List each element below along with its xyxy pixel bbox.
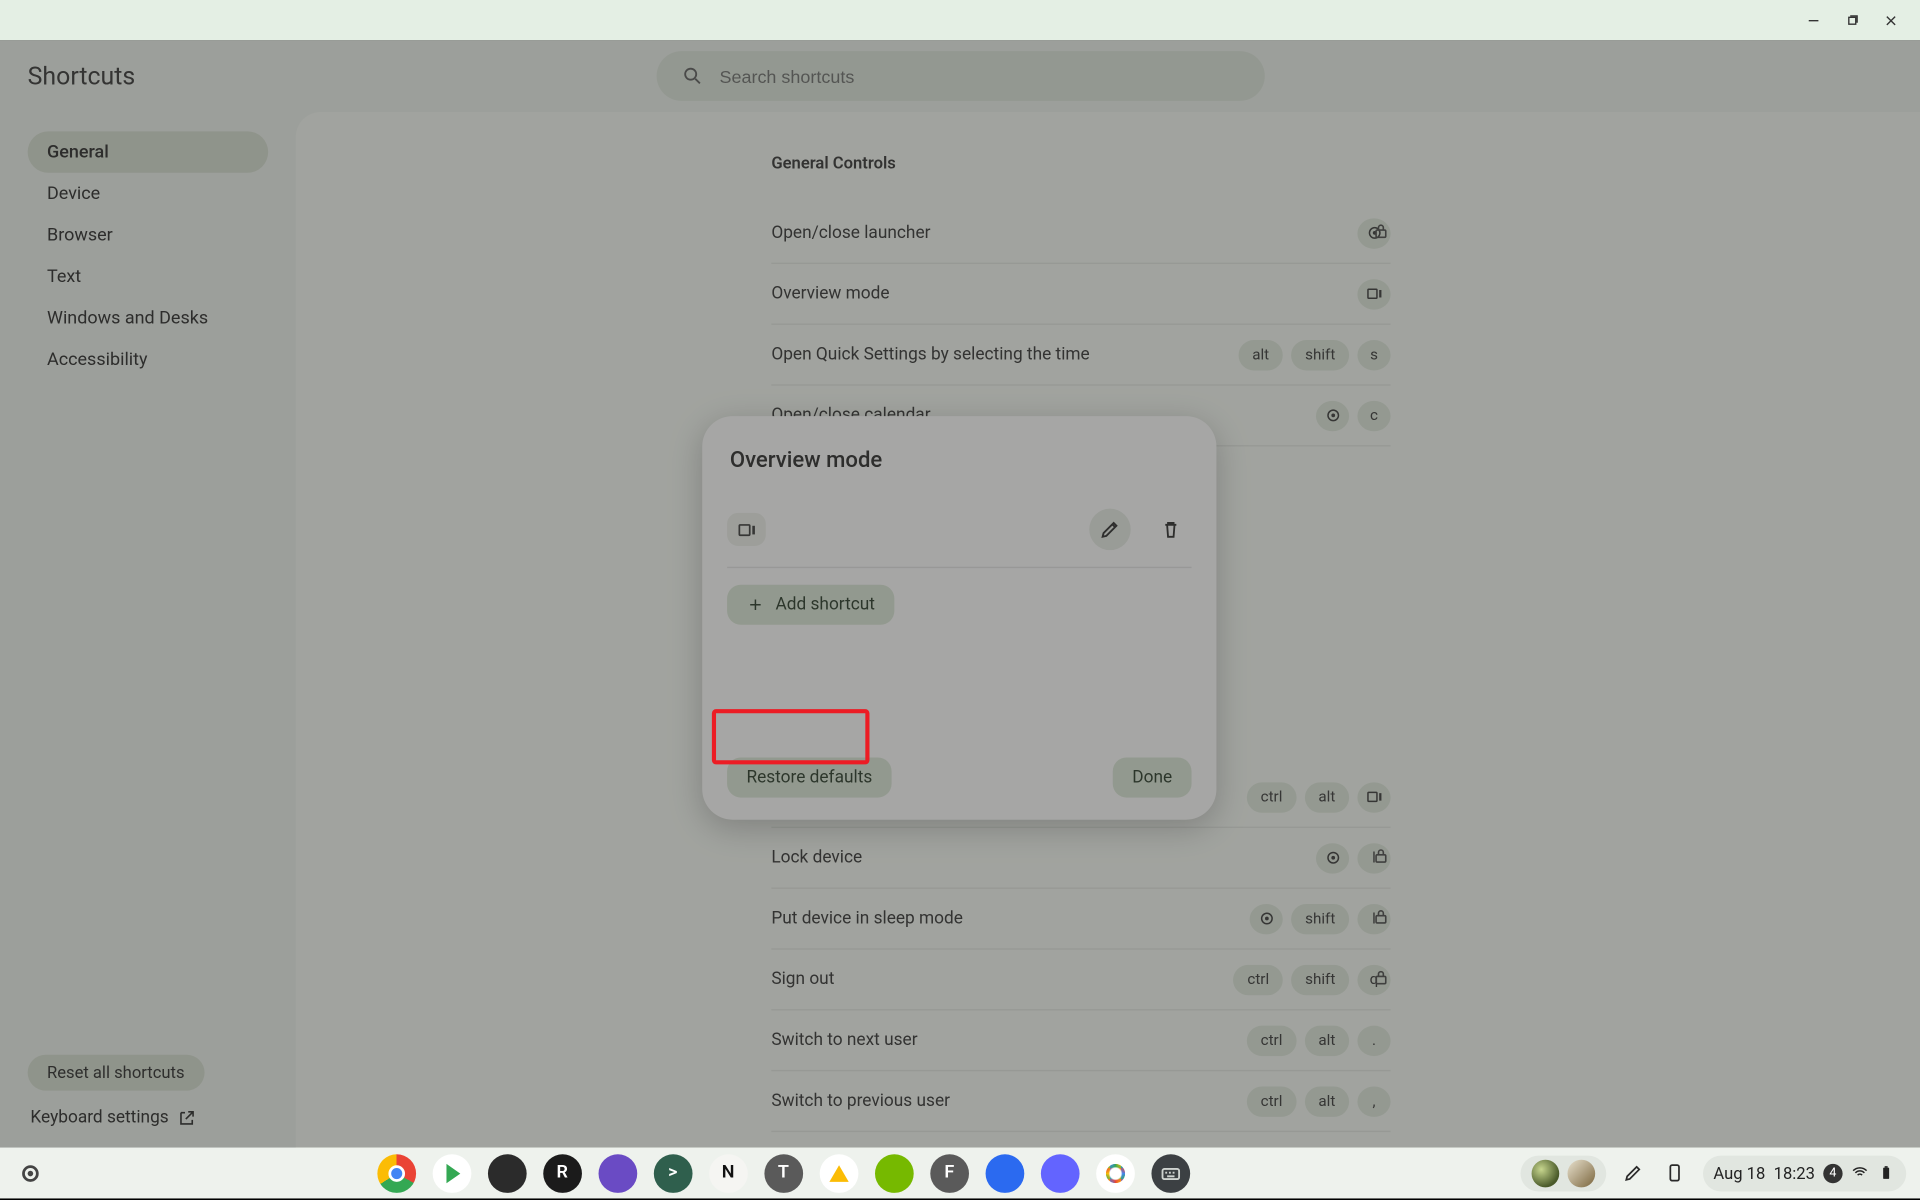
taskbar-app-app-t[interactable]: T [764, 1154, 803, 1193]
taskbar-app-app-blue[interactable] [985, 1154, 1024, 1193]
keyboard-icon [1159, 1162, 1181, 1184]
taskbar-app-drive[interactable] [819, 1154, 858, 1193]
modal-scrim[interactable] [0, 40, 1920, 1147]
taskbar-app-play[interactable] [432, 1154, 471, 1193]
taskbar-app-mastodon[interactable] [1041, 1154, 1080, 1193]
taskbar-app-app-purple[interactable] [598, 1154, 637, 1193]
minimize-button[interactable] [1804, 10, 1823, 29]
taskbar: R > NT F Aug 18 18:23 4 [0, 1147, 1920, 1198]
restore-button[interactable] [1843, 10, 1862, 29]
status-tray[interactable]: Aug 18 18:23 4 [1702, 1155, 1906, 1191]
launcher-icon [22, 1165, 39, 1182]
notification-badge: 4 [1823, 1163, 1842, 1182]
taskbar-app-terminal[interactable]: > [653, 1154, 692, 1193]
taskbar-app-app-a[interactable] [488, 1154, 527, 1193]
taskbar-app-app-f[interactable]: F [930, 1154, 969, 1193]
pencil-icon [1623, 1163, 1644, 1184]
close-button[interactable] [1881, 10, 1900, 29]
phone-hub-button[interactable] [1661, 1159, 1689, 1187]
tray-time: 18:23 [1774, 1163, 1815, 1182]
taskbar-app-notion[interactable]: N [709, 1154, 748, 1193]
wifi-icon [1851, 1164, 1869, 1182]
launcher-button[interactable] [14, 1156, 47, 1189]
window-titlebar [0, 0, 1920, 40]
phone-icon [1664, 1163, 1685, 1184]
tray-avatar-pill[interactable] [1520, 1155, 1606, 1191]
battery-icon [1877, 1164, 1895, 1182]
taskbar-app-chrome[interactable] [377, 1154, 416, 1193]
stylus-button[interactable] [1619, 1159, 1647, 1187]
taskbar-app-nvidia[interactable] [875, 1154, 914, 1193]
user-avatar-2 [1567, 1159, 1595, 1187]
taskbar-app-app-r[interactable]: R [543, 1154, 582, 1193]
taskbar-app-app-ring[interactable] [1096, 1154, 1135, 1193]
taskbar-app-keyboard[interactable] [1151, 1154, 1190, 1193]
tray-date: Aug 18 [1713, 1163, 1765, 1182]
user-avatar [1531, 1159, 1559, 1187]
